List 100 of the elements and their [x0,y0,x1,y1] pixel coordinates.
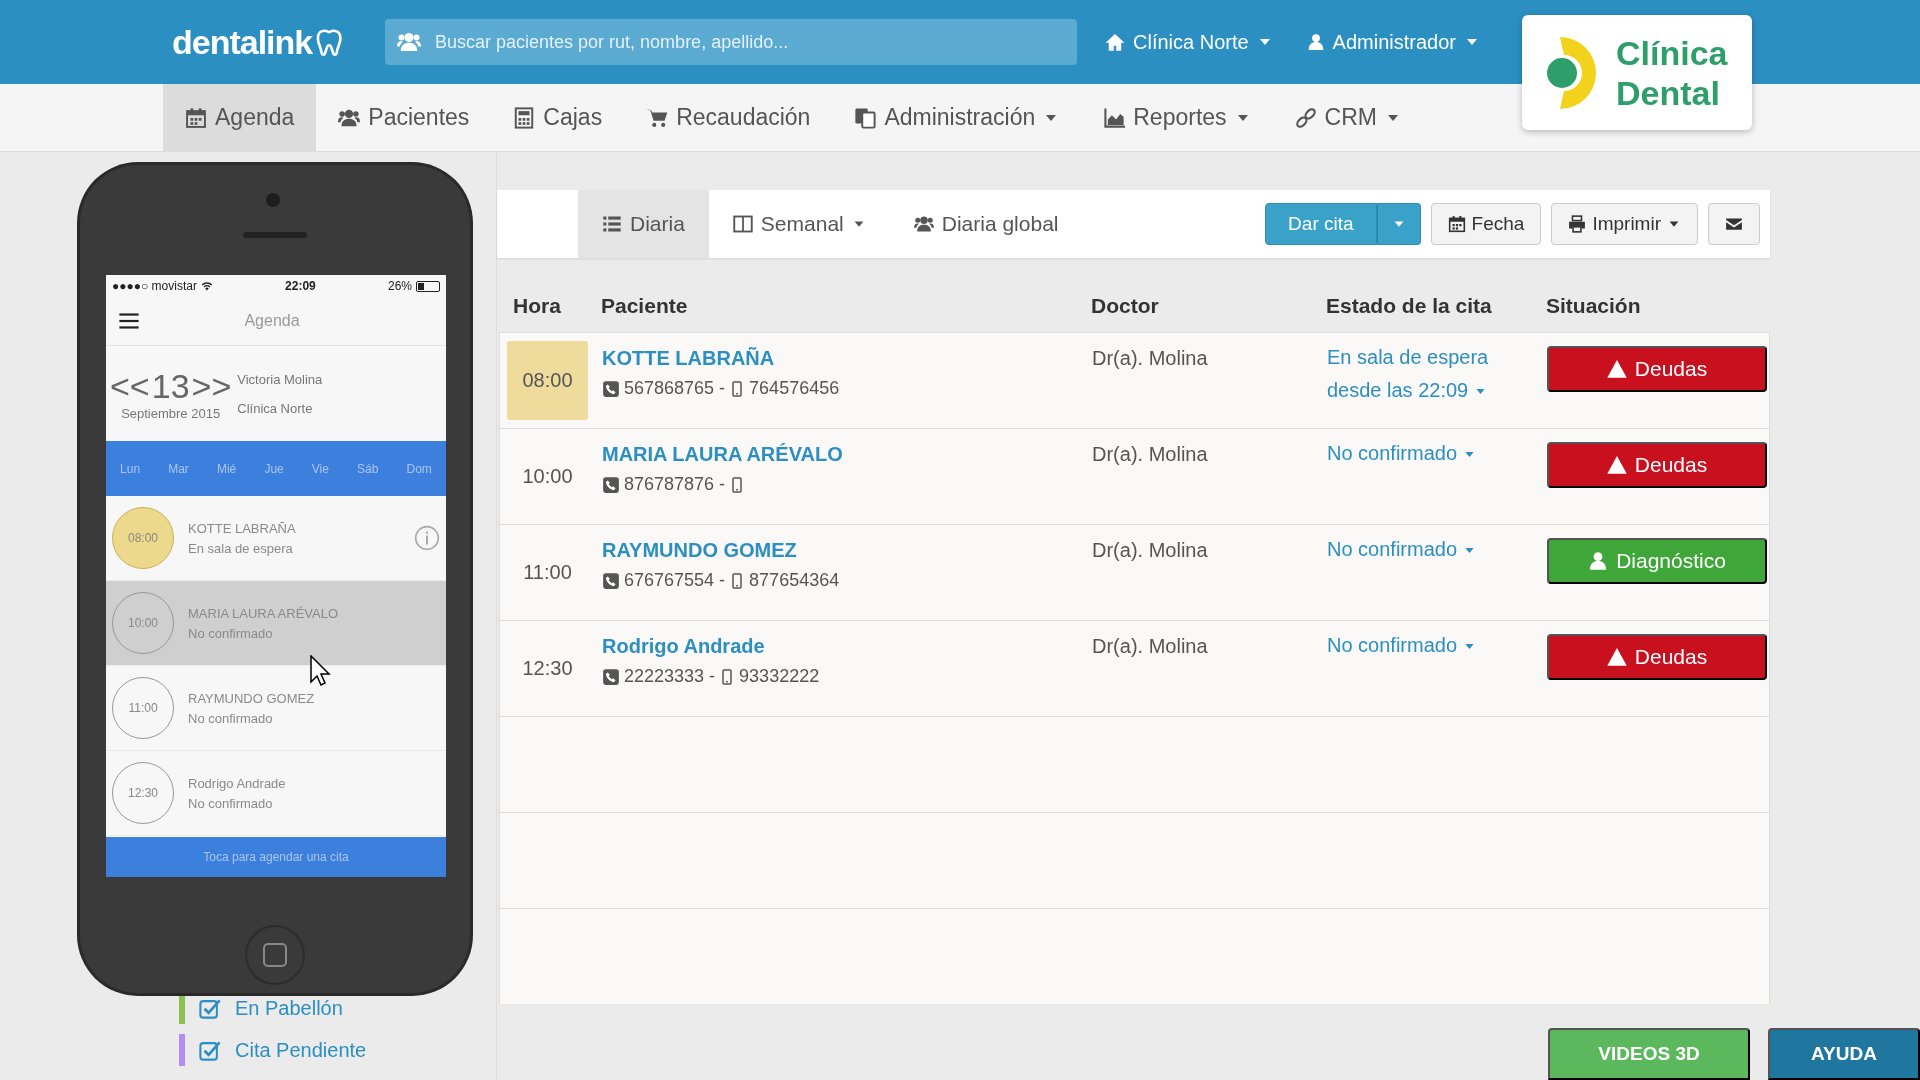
videos-button[interactable]: VIDEOS 3D [1548,1028,1750,1080]
battery-icon [416,280,440,292]
legend-link[interactable]: En Pabellón [235,996,343,1020]
situation-badge[interactable]: Deudas [1547,442,1767,488]
appointment-status: En sala de espera [188,540,294,556]
status-dropdown[interactable]: No confirmado [1327,437,1517,470]
situation-badge[interactable]: Deudas [1547,634,1767,680]
nav-tab[interactable]: Cajas [491,84,625,151]
appointment-item[interactable]: 08:00 KOTTE LABRAÑA En sala de espera [106,496,446,581]
users-icon [913,214,934,234]
patient-link[interactable]: RAYMUNDO GOMEZ [602,539,1078,562]
calculator-icon [513,106,536,129]
nav-tab[interactable]: Reportes [1081,84,1273,151]
clinic-name: Clínica Norte [237,400,314,416]
weekday-tab[interactable]: Sáb [357,461,379,476]
cursor-icon [310,655,332,687]
user-menu[interactable]: Administrador [1300,24,1486,60]
carrier-text: ●●●●○ movistar [112,279,197,293]
speaker-icon [243,232,307,238]
view-tab[interactable]: Diaria global [889,190,1083,258]
nav-tab[interactable]: Recaudación [624,84,833,151]
doctor-name: Victoria Molina [237,371,323,387]
weekday-tab[interactable]: Lun [120,461,141,476]
appointment-item[interactable]: 12:30 Rodrigo Andrade No confirmado [106,751,446,836]
wifi-icon [200,280,213,292]
day-number: 13 [151,366,190,406]
weekday-tab[interactable]: Dom [406,461,432,476]
time-cell-text: 12:30 [521,656,574,681]
phone-icon [602,571,620,590]
view-tab[interactable]: Diaria [578,190,709,258]
legend-link[interactable]: Cita Pendiente [235,1038,367,1062]
phone-icon [602,667,620,686]
envelope-icon [1725,215,1743,233]
printer-icon [1568,215,1587,233]
help-button[interactable]: AYUDA [1768,1028,1920,1080]
phone-number: 567868765 - [624,378,726,399]
weekday-tab[interactable]: Mar [168,461,189,476]
mobile-number: 93332222 [739,666,820,687]
columns-icon [732,214,753,234]
search-field[interactable]: Buscar pacientes por rut, nombre, apellido... [385,19,1077,65]
warning-icon [1606,455,1627,475]
doctor-name: Dr(a). Molina [1092,347,1208,369]
checkbox[interactable] [199,997,221,1019]
next-arrow[interactable]: >> [191,366,232,406]
mobile-number: 764576456 [749,378,840,399]
date-button[interactable]: Fecha [1430,203,1542,245]
clock-text: 22:09 [284,279,317,293]
menu-icon[interactable] [118,310,140,332]
column-header: Hora [512,294,562,318]
doctor-name: Dr(a). Molina [1092,443,1208,465]
print-button[interactable]: Imprimir [1551,203,1698,245]
weekday-tab[interactable]: Jue [264,461,284,476]
phone-number: 676767554 - [624,570,726,591]
situation-badge[interactable]: Diagnóstico [1547,538,1767,584]
status-dropdown[interactable]: No confirmado [1327,533,1517,566]
patient-link[interactable]: KOTTE LABRAÑA [602,347,1078,370]
month-text: Septiembre 2015 [121,405,221,421]
nav-tab[interactable]: Administración [832,84,1082,151]
nav-tab[interactable]: Agenda [163,84,317,151]
view-tab[interactable]: Semanal [708,190,890,258]
clinic-menu[interactable]: Clínica Norte [1099,24,1279,60]
email-button[interactable] [1708,203,1760,245]
time-cell: 08:00 [507,341,588,420]
appointment-status: No confirmado [188,625,274,641]
checkbox[interactable] [199,1039,221,1061]
home-icon [1105,32,1125,52]
patient-link[interactable]: Rodrigo Andrade [602,635,1078,658]
app-logo: dentalink [172,22,362,62]
weekday-tab[interactable]: Mié [216,461,237,476]
column-header: Paciente [600,294,689,318]
doctor-icon [1588,551,1609,571]
doctor-name: Dr(a). Molina [1092,635,1208,657]
patient-name: MARIA LAURA ARÉVALO [188,605,340,621]
situation-badge[interactable]: Deudas [1547,346,1767,392]
time-cell-text: 10:00 [521,464,574,489]
time-circle: 08:00 [112,507,174,569]
phone-icon [602,379,620,398]
warning-icon [1606,647,1627,667]
link-icon [1294,106,1317,129]
user-icon [1306,33,1325,51]
patient-name: KOTTE LABRAÑA [188,520,297,536]
mobile-number: 877654364 [749,570,840,591]
status-dropdown[interactable]: En sala de espera desde las 22:09 [1327,341,1517,407]
documents-icon [854,106,877,129]
previous-arrow[interactable]: << [110,366,150,406]
patient-link[interactable]: MARIA LAURA ARÉVALO [602,443,1078,466]
patient-name: Rodrigo Andrade [188,775,287,791]
phone-icon [602,475,620,494]
dropdown-toggle[interactable] [1376,203,1421,245]
column-header: Estado de la cita [1325,294,1493,318]
nav-tab[interactable]: CRM [1272,84,1423,151]
new-appointment-button[interactable]: Dar cita [1265,203,1377,245]
brand-text: Dental [1616,72,1721,113]
nav-tab[interactable]: Pacientes [316,84,492,151]
status-dropdown[interactable]: No confirmado [1327,629,1517,662]
add-appointment-bar[interactable]: Toca para agendar una cita [106,837,446,877]
weekday-tab[interactable]: Vie [311,461,329,476]
area-chart-icon [1103,106,1126,129]
appointment-item[interactable]: 10:00 MARIA LAURA ARÉVALO No confirmado [106,581,446,666]
calendar-icon [185,106,207,129]
